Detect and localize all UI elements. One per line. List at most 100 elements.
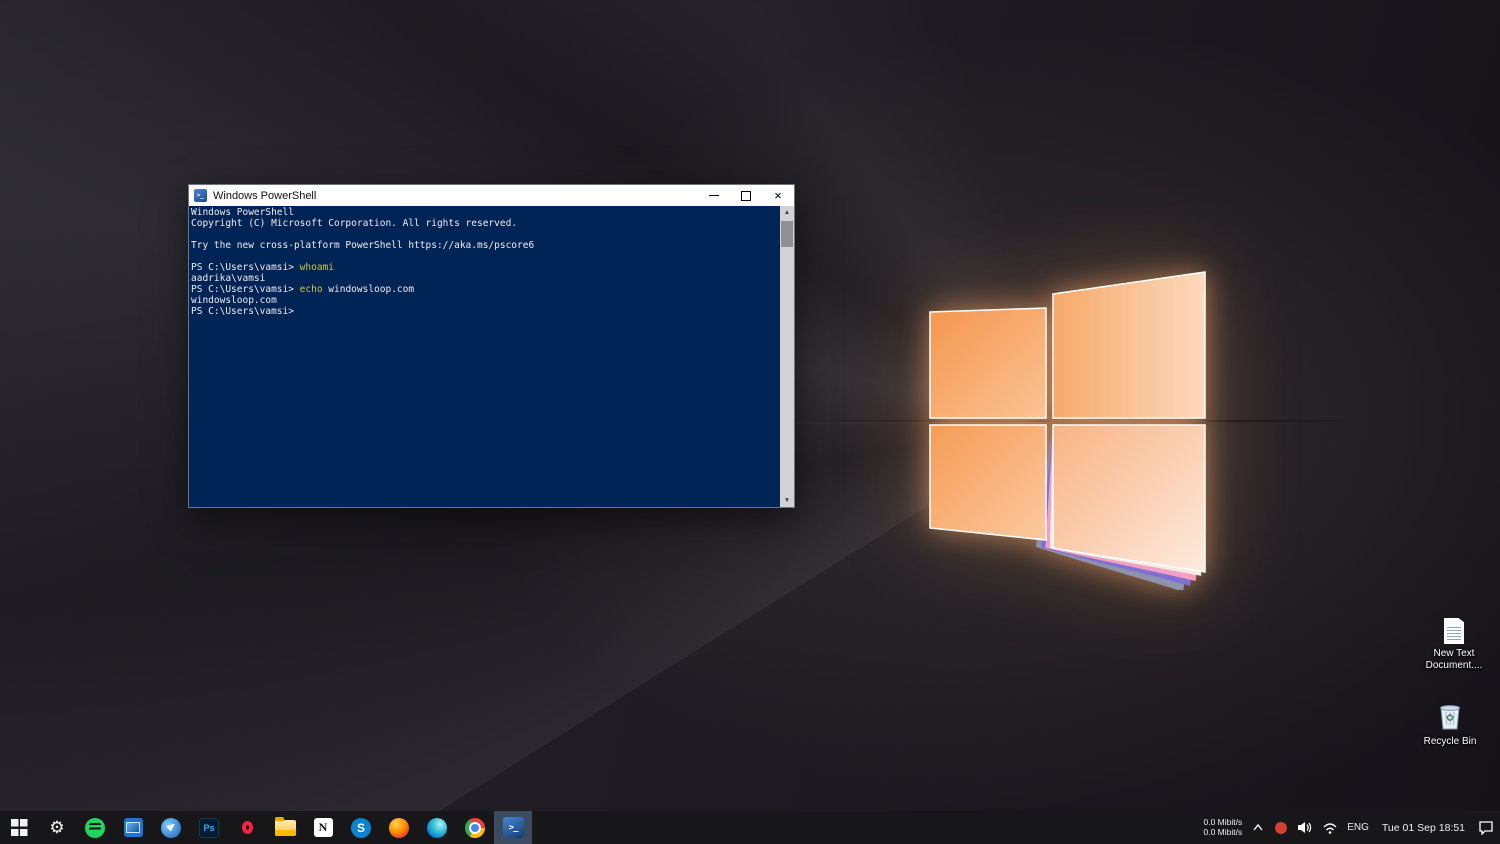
minimize-button[interactable] — [698, 185, 730, 206]
maximize-icon — [741, 191, 751, 201]
terminal-line: PS C:\Users\vamsi> echo windowsloop.com — [191, 284, 780, 295]
language-indicator[interactable]: ENG — [1347, 822, 1369, 833]
taskbar-apps: ⚙ Ps N S >_ — [0, 811, 532, 844]
logo-pane-top-left — [930, 308, 1046, 418]
terminal-text: PS C:\Users\vamsi> — [191, 306, 294, 317]
terminal-line: Copyright (C) Microsoft Corporation. All… — [191, 218, 780, 229]
taskbar-button-opera[interactable] — [228, 811, 266, 844]
terminal-command-text: whoami — [300, 262, 334, 273]
terminal-output: Windows PowerShellCopyright (C) Microsof… — [189, 206, 780, 507]
desktop-icon-new-text-document[interactable]: New Text Document.... — [1418, 618, 1490, 672]
scroll-up-button[interactable]: ▲ — [780, 206, 794, 219]
taskbar-button-chrome[interactable] — [456, 811, 494, 844]
tray-app-icon — [1275, 822, 1287, 834]
opera-icon — [242, 821, 253, 834]
terminal-line: PS C:\Users\vamsi> whoami — [191, 262, 780, 273]
taskbar-button-file-explorer[interactable] — [266, 811, 304, 844]
taskbar: ⚙ Ps N S >_ 0.0 Mibit/s 0.0 Mibit/s — [0, 811, 1500, 844]
network-speed-indicator[interactable]: 0.0 Mibit/s 0.0 Mibit/s — [1203, 818, 1242, 837]
taskbar-button-photoshop[interactable]: Ps — [190, 811, 228, 844]
taskbar-button-edge[interactable] — [418, 811, 456, 844]
desktop-icon-label: Recycle Bin — [1424, 736, 1477, 748]
thunderbird-icon — [161, 818, 181, 838]
speaker-icon — [1297, 821, 1313, 834]
recycle-bin-icon — [1436, 700, 1464, 732]
logo-pane-top-right — [1053, 272, 1205, 418]
terminal-text: Try the new cross-platform PowerShell ht… — [191, 240, 534, 251]
skype-icon-glyph: S — [357, 821, 365, 835]
terminal-text: windowsloop.com — [323, 284, 415, 295]
terminal-text: aadrika\vamsi — [191, 273, 265, 284]
desktop[interactable]: New Text Document.... Recycle Bin >_ Win… — [0, 0, 1500, 844]
spotify-icon — [85, 818, 105, 838]
chrome-icon — [465, 818, 485, 838]
maximize-button[interactable] — [730, 185, 762, 206]
taskbar-button-photos[interactable] — [114, 811, 152, 844]
terminal-line — [191, 229, 780, 240]
scroll-thumb[interactable] — [781, 221, 793, 247]
wifi-icon — [1322, 822, 1338, 834]
close-button[interactable]: × — [762, 185, 794, 206]
chevron-up-icon — [1253, 824, 1263, 831]
windows-logo-wallpaper — [918, 260, 1218, 590]
settings-icon-glyph: ⚙ — [49, 819, 64, 836]
photos-icon — [124, 818, 143, 837]
logo-pane-bottom-right — [1053, 425, 1205, 572]
photoshop-icon: Ps — [199, 818, 219, 838]
terminal-line: PS C:\Users\vamsi> — [191, 306, 780, 317]
tray-app-button[interactable] — [1274, 811, 1288, 844]
photoshop-icon-glyph: Ps — [203, 823, 214, 833]
taskbar-button-start[interactable] — [0, 811, 38, 844]
notion-icon-glyph: N — [319, 820, 328, 835]
taskbar-button-notion[interactable]: N — [304, 811, 342, 844]
minimize-icon — [709, 195, 719, 196]
volume-button[interactable] — [1297, 811, 1313, 844]
powershell-icon-glyph: >_ — [509, 823, 518, 833]
terminal-text: PS C:\Users\vamsi> — [191, 262, 300, 273]
terminal-line — [191, 251, 780, 262]
window-title: Windows PowerShell — [213, 190, 698, 202]
settings-icon: ⚙ — [46, 817, 68, 839]
scroll-down-button[interactable]: ▼ — [780, 494, 794, 507]
window-controls: × — [698, 185, 794, 206]
text-file-icon — [1444, 618, 1464, 644]
taskbar-button-thunderbird[interactable] — [152, 811, 190, 844]
tray-overflow-button[interactable] — [1251, 811, 1265, 844]
net-speed-down: 0.0 Mibit/s — [1203, 828, 1242, 838]
terminal-command-text: echo — [300, 284, 323, 295]
taskbar-button-settings[interactable]: ⚙ — [38, 811, 76, 844]
close-icon: × — [774, 189, 782, 202]
network-button[interactable] — [1322, 811, 1338, 844]
console-area[interactable]: Windows PowerShellCopyright (C) Microsof… — [189, 206, 794, 507]
terminal-line: windowsloop.com — [191, 295, 780, 306]
terminal-text: Windows PowerShell — [191, 207, 294, 218]
clock[interactable]: Tue 01 Sep 18:51 — [1378, 822, 1469, 834]
terminal-line: Windows PowerShell — [191, 207, 780, 218]
taskbar-button-firefox[interactable] — [380, 811, 418, 844]
terminal-line: aadrika\vamsi — [191, 273, 780, 284]
terminal-line: Try the new cross-platform PowerShell ht… — [191, 240, 780, 251]
scrollbar[interactable]: ▲ ▼ — [780, 206, 794, 507]
powershell-window: >_ Windows PowerShell × Windows PowerShe… — [188, 184, 795, 508]
file-explorer-icon — [275, 820, 296, 836]
terminal-text: PS C:\Users\vamsi> — [191, 284, 300, 295]
edge-icon — [427, 818, 447, 838]
firefox-icon — [389, 818, 409, 838]
desktop-icon-recycle-bin[interactable]: Recycle Bin — [1414, 700, 1486, 748]
taskbar-button-skype[interactable]: S — [342, 811, 380, 844]
powershell-window-icon: >_ — [194, 189, 207, 202]
desktop-icon-label: New Text Document.... — [1418, 648, 1490, 672]
skype-icon: S — [351, 818, 371, 838]
taskbar-button-powershell[interactable]: >_ — [494, 811, 532, 844]
powershell-icon: >_ — [503, 817, 524, 838]
taskbar-button-spotify[interactable] — [76, 811, 114, 844]
start-icon — [11, 819, 28, 836]
action-center-icon — [1478, 820, 1494, 835]
terminal-text: windowsloop.com — [191, 295, 277, 306]
wallpaper-horizon-line-right — [1206, 420, 1356, 422]
terminal-text: Copyright (C) Microsoft Corporation. All… — [191, 218, 517, 229]
system-tray: 0.0 Mibit/s 0.0 Mibit/s — [1203, 811, 1494, 844]
window-titlebar[interactable]: >_ Windows PowerShell × — [189, 185, 794, 206]
action-center-button[interactable] — [1478, 811, 1494, 844]
notion-icon: N — [314, 818, 333, 837]
